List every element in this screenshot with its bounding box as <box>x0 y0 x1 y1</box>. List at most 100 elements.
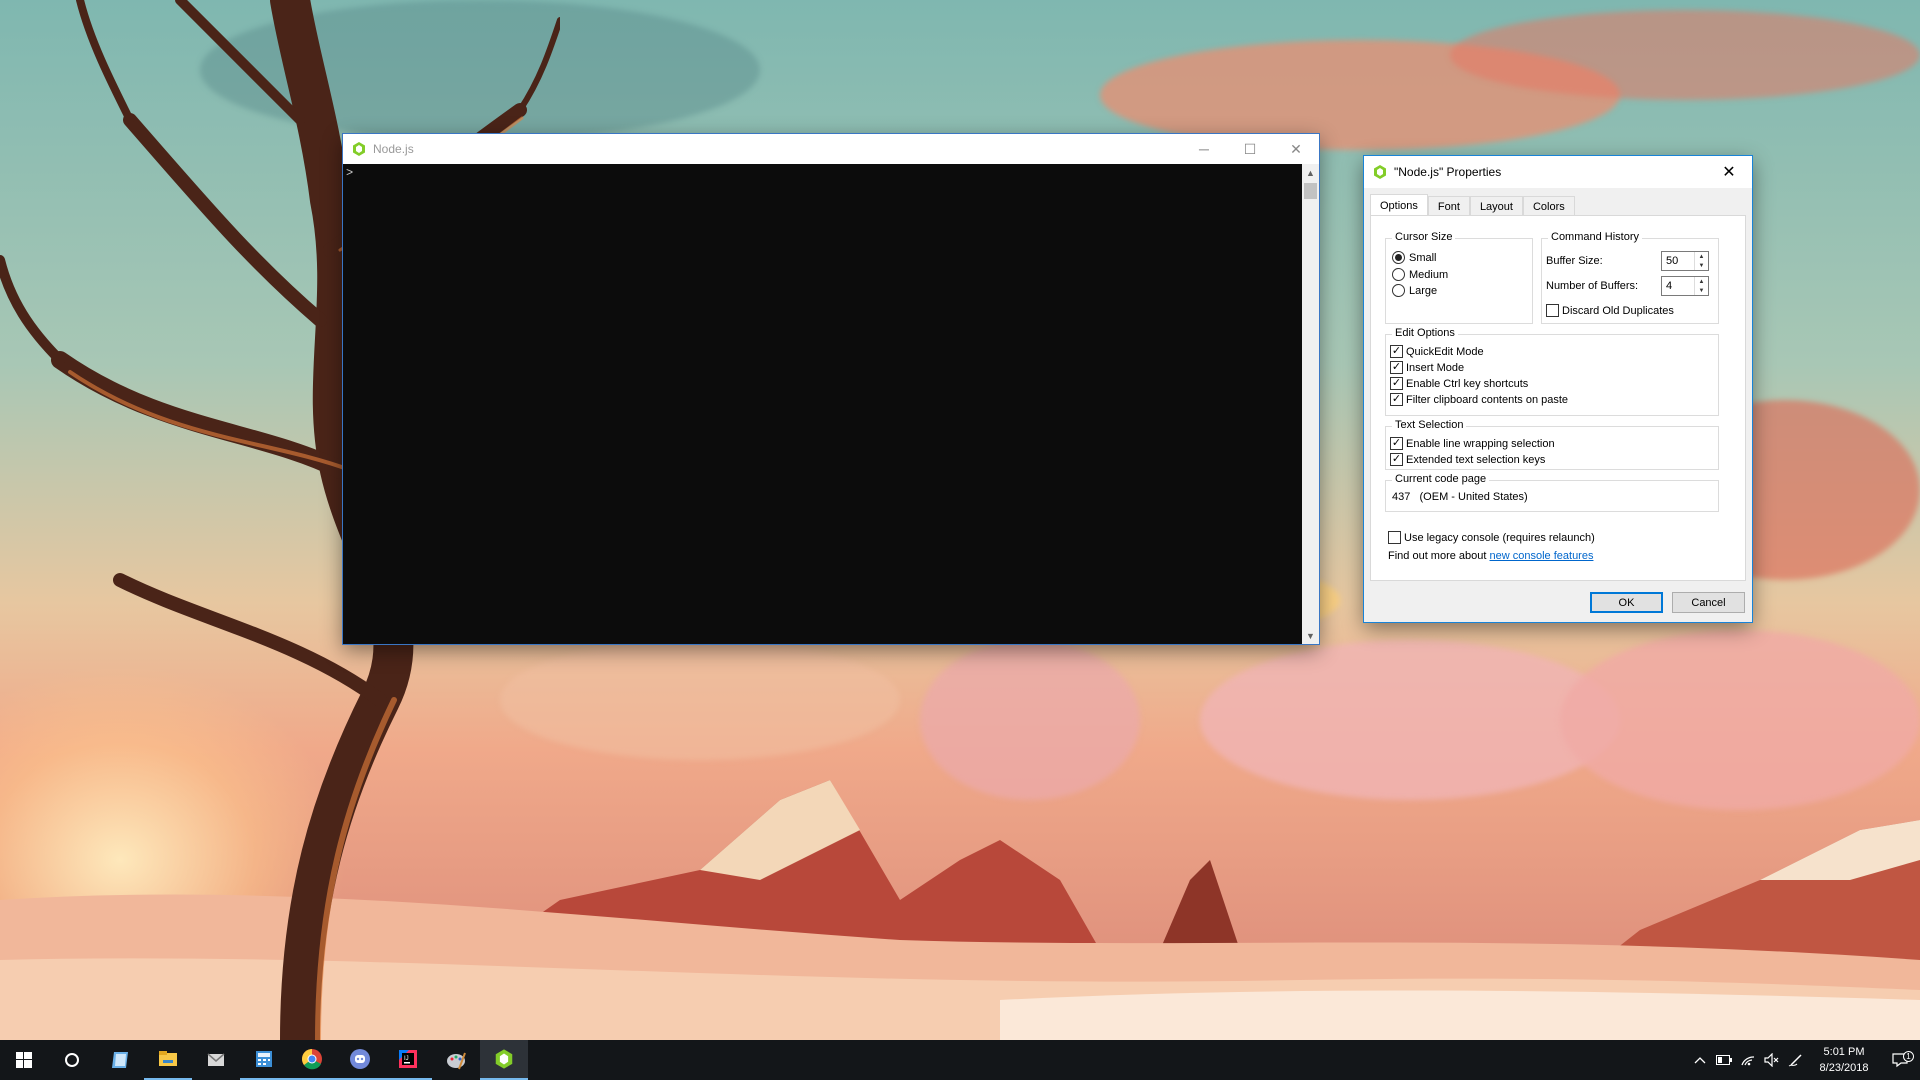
tab-colors[interactable]: Colors <box>1522 196 1575 216</box>
stepper-down-icon[interactable]: ▼ <box>1695 261 1708 270</box>
cursor-size-label: Cursor Size <box>1392 231 1456 243</box>
nodejs-console-window[interactable]: Node.js ─ ☐ ✕ > ▲ ▼ <box>343 134 1319 644</box>
wifi-icon[interactable] <box>1736 1053 1760 1067</box>
chevron-up-icon[interactable] <box>1688 1056 1712 1064</box>
find-out-more: Find out more about new console features <box>1388 550 1593 562</box>
notepad-icon[interactable] <box>96 1040 144 1080</box>
checkbox[interactable]: ✓ <box>1390 437 1403 450</box>
close-icon: ✕ <box>1722 164 1736 181</box>
insert-mode-label: Insert Mode <box>1406 361 1465 374</box>
chrome-icon[interactable] <box>288 1040 336 1080</box>
checkbox[interactable] <box>1388 531 1401 544</box>
intellij-icon[interactable]: IJ <box>384 1040 432 1080</box>
console-title: Node.js <box>373 142 414 156</box>
stepper-down-icon[interactable]: ▼ <box>1695 286 1708 295</box>
legacy-console-checkbox[interactable]: Use legacy console (requires relaunch) <box>1388 531 1595 544</box>
cursor-size-group: Cursor Size Small Medium Large <box>1385 231 1533 324</box>
radio-medium[interactable]: Medium <box>1392 268 1448 281</box>
quickedit-checkbox[interactable]: ✓ QuickEdit Mode <box>1390 345 1484 358</box>
pen-workspace-icon[interactable] <box>1784 1052 1808 1068</box>
svg-text:IJ: IJ <box>404 1056 409 1062</box>
cortana-icon[interactable] <box>48 1040 96 1080</box>
nodejs-icon <box>353 142 365 156</box>
taskbar: IJ 5:01 PM 8/23/2018 1 <box>0 1040 1920 1080</box>
discard-duplicates-checkbox[interactable]: Discard Old Duplicates <box>1546 304 1674 317</box>
num-buffers-stepper[interactable]: ▲▼ <box>1661 276 1709 296</box>
checkbox[interactable]: ✓ <box>1390 345 1403 358</box>
props-title: "Node.js" Properties <box>1394 165 1502 179</box>
nodejs-icon[interactable] <box>480 1040 528 1080</box>
options-panel: Cursor Size Small Medium Large Command H… <box>1370 215 1746 581</box>
stepper-up-icon[interactable]: ▲ <box>1695 277 1708 286</box>
buffer-size-label: Buffer Size: <box>1546 255 1603 267</box>
clock[interactable]: 5:01 PM 8/23/2018 <box>1808 1044 1880 1076</box>
scroll-down-arrow-icon[interactable]: ▼ <box>1302 627 1319 644</box>
close-icon: ✕ <box>1290 140 1302 157</box>
new-console-features-link[interactable]: new console features <box>1490 550 1594 562</box>
clock-time: 5:01 PM <box>1823 1046 1865 1058</box>
line-wrapping-checkbox[interactable]: ✓ Enable line wrapping selection <box>1390 437 1555 450</box>
num-buffers-input[interactable] <box>1662 277 1694 295</box>
stepper-up-icon[interactable]: ▲ <box>1695 252 1708 261</box>
buffer-size-input[interactable] <box>1662 252 1694 270</box>
tab-font[interactable]: Font <box>1427 196 1470 216</box>
buffer-size-stepper[interactable]: ▲▼ <box>1661 251 1709 271</box>
console-output-area[interactable]: > <box>343 164 1302 644</box>
checkbox[interactable]: ✓ <box>1390 453 1403 466</box>
console-titlebar[interactable]: Node.js ─ ☐ ✕ <box>343 134 1319 164</box>
mail-icon[interactable] <box>192 1040 240 1080</box>
console-vertical-scrollbar[interactable]: ▲ ▼ <box>1302 164 1319 644</box>
close-button[interactable]: ✕ <box>1273 134 1319 164</box>
radio-medium-label: Medium <box>1409 268 1449 281</box>
radio-large-label: Large <box>1409 284 1438 297</box>
text-selection-group: Text Selection ✓ Enable line wrapping se… <box>1385 419 1719 470</box>
clock-date: 8/23/2018 <box>1819 1062 1869 1074</box>
notification-count-badge: 1 <box>1903 1051 1914 1062</box>
legacy-console-label: Use legacy console (requires relaunch) <box>1404 531 1595 544</box>
edit-options-group: Edit Options ✓ QuickEdit Mode ✓ Insert M… <box>1385 327 1719 416</box>
code-page-value: 437 (OEM - United States) <box>1392 491 1528 503</box>
checkbox[interactable]: ✓ <box>1390 377 1403 390</box>
scroll-thumb[interactable] <box>1304 183 1317 199</box>
scroll-up-arrow-icon[interactable]: ▲ <box>1302 164 1319 181</box>
insert-mode-checkbox[interactable]: ✓ Insert Mode <box>1390 361 1464 374</box>
action-center-icon[interactable]: 1 <box>1880 1051 1920 1068</box>
checkbox[interactable]: ✓ <box>1390 393 1403 406</box>
props-tabs: Options Font Layout Colors <box>1370 194 1575 216</box>
minimize-icon: ─ <box>1199 141 1209 157</box>
props-close-button[interactable]: ✕ <box>1706 157 1752 187</box>
radio-small[interactable]: Small <box>1392 251 1437 264</box>
calculator-icon[interactable] <box>240 1040 288 1080</box>
minimize-button[interactable]: ─ <box>1181 134 1227 164</box>
checkbox[interactable] <box>1546 304 1559 317</box>
ctrl-shortcuts-checkbox[interactable]: ✓ Enable Ctrl key shortcuts <box>1390 377 1528 390</box>
cancel-button[interactable]: Cancel <box>1672 592 1745 613</box>
ok-button[interactable]: OK <box>1590 592 1663 613</box>
code-page-label: Current code page <box>1392 473 1490 485</box>
tab-options[interactable]: Options <box>1370 194 1428 216</box>
text-selection-label: Text Selection <box>1392 419 1467 431</box>
discord-icon[interactable] <box>336 1040 384 1080</box>
discard-duplicates-label: Discard Old Duplicates <box>1562 304 1674 317</box>
radio-button[interactable] <box>1392 284 1405 297</box>
nodejs-icon <box>1374 165 1386 179</box>
paint-icon[interactable] <box>432 1040 480 1080</box>
filter-clipboard-label: Filter clipboard contents on paste <box>1406 393 1569 406</box>
properties-dialog[interactable]: "Node.js" Properties ✕ Options Font Layo… <box>1364 156 1752 622</box>
file-explorer-icon[interactable] <box>144 1040 192 1080</box>
maximize-button[interactable]: ☐ <box>1227 134 1273 164</box>
windows-start-icon[interactable] <box>0 1040 48 1080</box>
props-titlebar[interactable]: "Node.js" Properties ✕ <box>1364 156 1752 188</box>
find-out-more-text: Find out more about <box>1388 550 1490 562</box>
tab-layout[interactable]: Layout <box>1469 196 1523 216</box>
radio-button[interactable] <box>1392 251 1405 264</box>
battery-icon[interactable] <box>1712 1055 1736 1065</box>
radio-large[interactable]: Large <box>1392 284 1437 297</box>
filter-clipboard-checkbox[interactable]: ✓ Filter clipboard contents on paste <box>1390 393 1568 406</box>
extended-keys-label: Extended text selection keys <box>1406 453 1546 466</box>
volume-mute-icon[interactable] <box>1760 1053 1784 1067</box>
maximize-icon: ☐ <box>1243 140 1257 157</box>
radio-button[interactable] <box>1392 268 1405 281</box>
extended-keys-checkbox[interactable]: ✓ Extended text selection keys <box>1390 453 1545 466</box>
checkbox[interactable]: ✓ <box>1390 361 1403 374</box>
